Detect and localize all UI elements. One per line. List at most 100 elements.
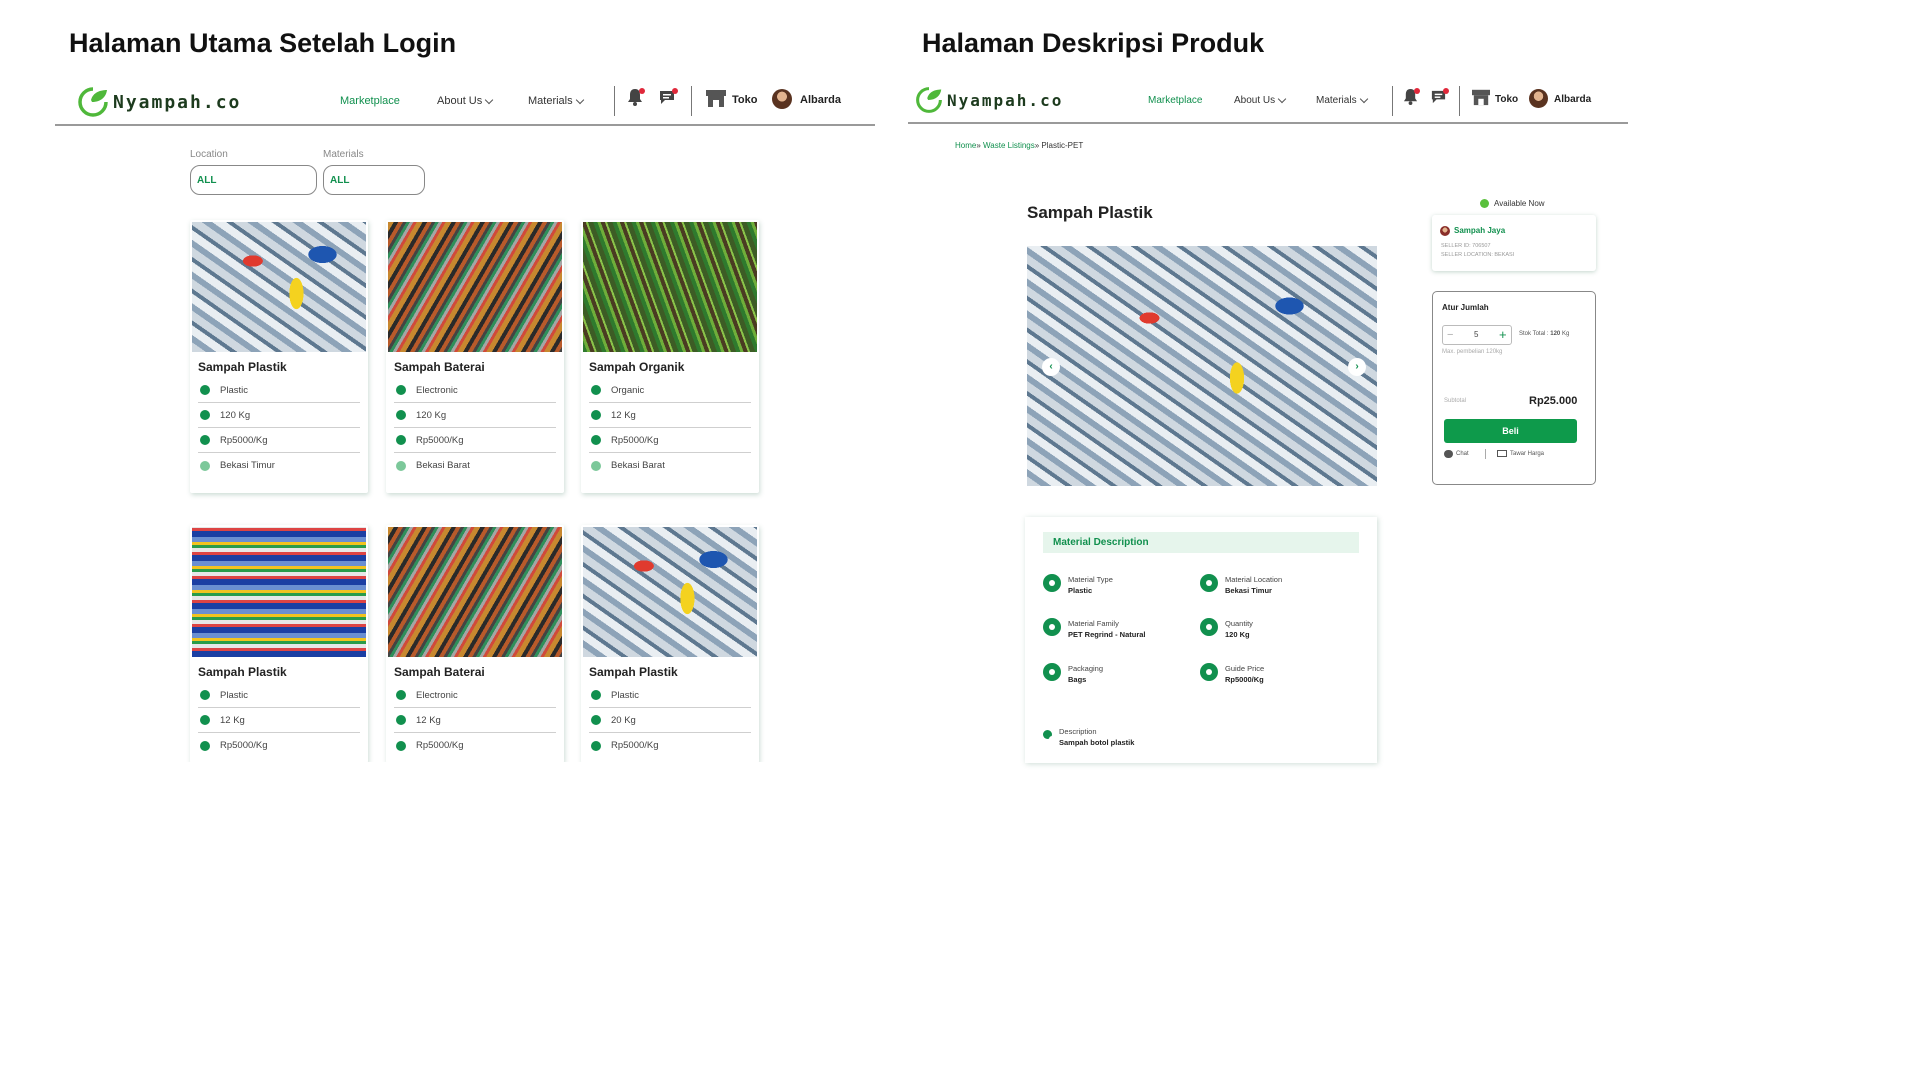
nav-materials[interactable]: Materials (528, 95, 584, 107)
store-icon[interactable] (705, 88, 727, 113)
user-name[interactable]: Albarda (800, 94, 841, 106)
breadcrumb-current: Plastic-PET (1041, 141, 1084, 150)
notification-badge (639, 88, 645, 94)
store-label[interactable]: Toko (1495, 94, 1518, 105)
card-quantity-row: 12 Kg (589, 403, 751, 428)
location-pin-icon (1200, 574, 1218, 592)
card-title: Sampah Baterai (394, 360, 485, 374)
bell-icon[interactable] (627, 88, 645, 111)
avatar[interactable] (772, 89, 792, 109)
nav-materials-label: Materials (1316, 95, 1357, 106)
attr-value: PET Regrind - Natural (1068, 630, 1146, 639)
attr-value: 120 Kg (1225, 630, 1250, 639)
logo[interactable]: Nyampah.co (915, 86, 1063, 114)
store-label[interactable]: Toko (732, 94, 757, 106)
product-card[interactable]: Sampah Plastik Plastic 20 Kg Rp5000/Kg (581, 525, 759, 763)
bell-icon[interactable] (1403, 88, 1420, 110)
nav-marketplace[interactable]: Marketplace (1148, 95, 1202, 106)
attr-material-family: Material Family PET Regrind - Natural (1043, 618, 1146, 640)
nav-marketplace[interactable]: Marketplace (340, 95, 400, 107)
attr-label: Description (1059, 727, 1097, 736)
nav-materials-label: Materials (528, 95, 573, 107)
card-category: Plastic (220, 384, 248, 396)
location-pin-icon (200, 460, 210, 471)
category-icon (200, 690, 210, 700)
attr-description: Description Sampah botol plastik (1043, 726, 1134, 748)
attr-material-type: Material Type Plastic (1043, 574, 1113, 596)
card-quantity-row: 120 Kg (198, 403, 360, 428)
logo-text: Nyampah.co (947, 90, 1064, 110)
attr-guide-price: Guide Price Rp5000/Kg (1200, 663, 1264, 685)
subtotal-value: Rp25.000 (1529, 395, 1578, 407)
chat-seller-button[interactable]: Chat (1444, 450, 1469, 458)
logo[interactable]: Nyampah.co (77, 86, 241, 118)
stock-unit: Kg (1561, 331, 1570, 337)
card-category-row: Plastic (198, 378, 360, 403)
price-tag-icon (1200, 663, 1218, 681)
user-name[interactable]: Albarda (1554, 94, 1591, 105)
product-card[interactable]: Sampah Plastik Plastic 12 Kg Rp5000/Kg (190, 525, 368, 763)
quantity-stepper[interactable]: − 5 + (1442, 325, 1512, 345)
subtotal-label: Subtotal (1444, 398, 1467, 404)
stock-value: 120 (1550, 331, 1561, 337)
breadcrumb: Home» Waste Listings» Plastic-PET (955, 141, 1083, 150)
location-pin-icon (396, 460, 406, 471)
location-filter-label: Location (190, 149, 228, 160)
card-price-row: Rp5000/Kg (198, 733, 360, 758)
stock-info: Stok Total : 120 Kg (1519, 331, 1569, 337)
nav-about-us[interactable]: About Us (1234, 94, 1287, 106)
chat-icon[interactable] (1430, 88, 1449, 110)
make-offer-button[interactable]: Tawar Harga (1497, 450, 1544, 457)
card-category: Organic (611, 384, 645, 396)
card-category: Electronic (416, 689, 458, 701)
nav-materials[interactable]: Materials (1316, 94, 1368, 106)
weight-icon (591, 715, 601, 725)
price-tag-icon (200, 740, 210, 751)
breadcrumb-home[interactable]: Home (955, 141, 976, 150)
card-price-row: Rp5000/Kg (198, 428, 360, 453)
message-badge (1443, 88, 1449, 94)
product-main-image (1027, 246, 1377, 486)
plus-icon[interactable]: + (1499, 327, 1507, 342)
minus-icon[interactable]: − (1447, 329, 1453, 341)
quantity-value[interactable]: 5 (1474, 330, 1478, 339)
card-price: Rp5000/Kg (220, 740, 268, 751)
product-card[interactable]: Sampah Baterai Electronic 120 Kg Rp5000/… (386, 220, 564, 493)
product-card[interactable]: Sampah Baterai Electronic 12 Kg Rp5000/K… (386, 525, 564, 763)
card-title: Sampah Organik (589, 360, 685, 374)
card-category-row: Plastic (589, 683, 751, 708)
card-quantity-row: 12 Kg (394, 708, 556, 733)
location-filter-select[interactable]: ALL (190, 165, 317, 195)
product-card[interactable]: Sampah Plastik Plastic 120 Kg Rp5000/Kg … (190, 220, 368, 493)
attr-label: Material Location (1225, 575, 1283, 584)
chevron-down-icon (1359, 94, 1368, 104)
card-location: Bekasi Barat (416, 460, 470, 471)
card-quantity: 12 Kg (220, 714, 245, 726)
buy-button[interactable]: Beli (1444, 419, 1577, 443)
store-icon[interactable] (1471, 88, 1491, 111)
category-icon (396, 690, 406, 700)
carousel-prev-button[interactable]: ‹ (1042, 358, 1060, 376)
action-divider (1485, 449, 1486, 459)
category-icon (200, 385, 210, 395)
attr-label: Material Type (1068, 575, 1113, 584)
chevron-down-icon (575, 95, 584, 104)
card-price: Rp5000/Kg (416, 434, 464, 446)
product-image (583, 527, 757, 657)
seller-name[interactable]: Sampah Jaya (1454, 226, 1505, 235)
card-price: Rp5000/Kg (416, 740, 464, 751)
chat-icon[interactable] (658, 88, 678, 111)
materials-filter-select[interactable]: ALL (323, 165, 425, 195)
card-price-row: Rp5000/Kg (394, 428, 556, 453)
product-card[interactable]: Sampah Organik Organic 12 Kg Rp5000/Kg B… (581, 220, 759, 493)
avatar[interactable] (1529, 89, 1548, 108)
seller-card[interactable]: Sampah Jaya SELLER ID: 706507 SELLER LOC… (1432, 215, 1596, 271)
card-quantity: 20 Kg (611, 714, 636, 726)
attr-value: Sampah botol plastik (1059, 738, 1135, 747)
family-icon (1043, 618, 1061, 636)
weight-icon (200, 410, 210, 420)
card-title: Sampah Plastik (589, 665, 678, 679)
breadcrumb-listings[interactable]: Waste Listings (983, 141, 1035, 150)
nav-about-us[interactable]: About Us (437, 95, 494, 107)
carousel-next-button[interactable]: › (1348, 358, 1366, 376)
